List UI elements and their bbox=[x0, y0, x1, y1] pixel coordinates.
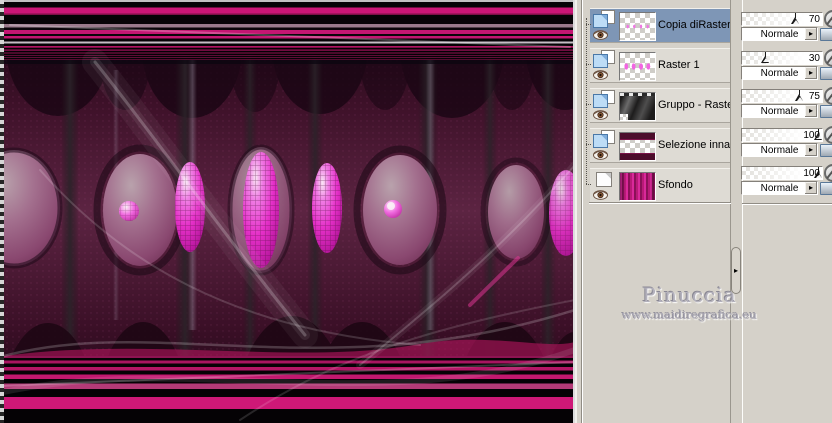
dropdown-arrow-icon[interactable]: ▸ bbox=[804, 28, 817, 40]
blend-mode-dropdown[interactable]: Normale ▸ bbox=[741, 142, 818, 157]
visibility-eye-icon[interactable] bbox=[593, 149, 608, 160]
brush-edit-icon[interactable] bbox=[824, 164, 832, 182]
brush-edit-icon[interactable] bbox=[824, 125, 832, 144]
canvas-artwork bbox=[0, 0, 611, 423]
layer-group-bracket bbox=[586, 18, 588, 184]
blend-mode-dropdown[interactable]: Normale ▸ bbox=[741, 27, 818, 41]
layers-palette: Copia diRaster 1 Raster 1 bbox=[575, 0, 832, 423]
blend-mode-value: Normale bbox=[760, 67, 799, 79]
layer-thumbnail bbox=[619, 12, 656, 41]
blend-mode-dropdown[interactable]: Normale ▸ bbox=[741, 104, 818, 118]
layer-type-icon bbox=[593, 129, 615, 148]
watermark-url: www.maidiregrafica.eu bbox=[621, 308, 758, 322]
dropdown-arrow-icon[interactable]: ▸ bbox=[804, 143, 817, 156]
opacity-slider[interactable]: 100 bbox=[741, 166, 823, 180]
layer-control-block: 100 Normale ▸ bbox=[741, 164, 832, 203]
blend-mode-value: Normale bbox=[760, 144, 799, 156]
watermark-title: Pinuccia bbox=[642, 283, 737, 307]
layer-group-bracket-stub bbox=[586, 103, 591, 106]
selection-ants-strip bbox=[0, 0, 4, 423]
list-bottom-groove bbox=[589, 202, 731, 203]
layer-type-icon bbox=[593, 170, 615, 188]
opacity-value: 70 bbox=[808, 14, 820, 25]
blend-mode-value: Normale bbox=[760, 106, 799, 117]
layer-name: Selezione innalzata bbox=[658, 138, 731, 151]
blend-mode-dropdown[interactable]: Normale ▸ bbox=[741, 65, 818, 80]
layer-control-block: 30 Normale ▸ bbox=[741, 48, 832, 88]
layer-row[interactable]: Gruppo - Raster 1 bbox=[590, 87, 731, 123]
layer-row[interactable]: Copia diRaster 1 bbox=[590, 8, 731, 43]
layer-group-bracket-stub bbox=[586, 63, 591, 66]
layer-control-block: 100 Normale ▸ bbox=[741, 125, 832, 165]
layer-name: Gruppo - Raster 1 bbox=[658, 98, 731, 111]
opacity-slider-handle[interactable] bbox=[761, 51, 770, 64]
layer-group-bracket-stub bbox=[586, 143, 591, 146]
opacity-value: 30 bbox=[808, 52, 820, 64]
opacity-slider[interactable]: 100 bbox=[741, 127, 823, 142]
layer-group-bracket-stub bbox=[586, 183, 591, 186]
layer-control-block: 70 Normale ▸ bbox=[741, 10, 832, 49]
opacity-value: 100 bbox=[803, 129, 820, 141]
opacity-value: 75 bbox=[808, 91, 820, 102]
visibility-eye-icon[interactable] bbox=[593, 189, 608, 200]
visibility-eye-icon[interactable] bbox=[593, 69, 608, 80]
visibility-eye-icon[interactable] bbox=[593, 30, 608, 40]
blend-mode-value: Normale bbox=[760, 183, 799, 194]
watermark: Pinuccia www.maidiregrafica.eu bbox=[597, 283, 782, 322]
layer-group-bracket-stub bbox=[586, 24, 591, 26]
layer-row[interactable]: Sfondo bbox=[590, 167, 731, 203]
layer-name: Sfondo bbox=[658, 178, 693, 191]
splitter-arrow-icon: ▸ bbox=[733, 266, 738, 275]
layer-row[interactable]: Raster 1 bbox=[590, 47, 731, 83]
layer-type-icon bbox=[593, 10, 615, 28]
dropdown-arrow-icon[interactable]: ▸ bbox=[804, 182, 817, 194]
brush-edit-icon[interactable] bbox=[824, 87, 832, 105]
dropdown-arrow-icon[interactable]: ▸ bbox=[804, 105, 817, 117]
brush-edit-icon[interactable] bbox=[824, 10, 832, 28]
layer-type-icon bbox=[593, 49, 615, 68]
panel-edge-highlight bbox=[575, 0, 577, 423]
layer-control-block: 75 Normale ▸ bbox=[741, 87, 832, 126]
layer-thumbnail bbox=[619, 51, 656, 81]
lock-transparency-icon[interactable] bbox=[820, 182, 832, 195]
layer-name: Raster 1 bbox=[658, 58, 700, 71]
opacity-slider-handle[interactable] bbox=[795, 90, 804, 102]
layer-row[interactable]: Selezione innalzata bbox=[590, 127, 731, 163]
layer-type-icon bbox=[593, 89, 615, 108]
psp-workspace: Copia diRaster 1 Raster 1 bbox=[0, 0, 832, 423]
opacity-slider[interactable]: 30 bbox=[741, 50, 823, 65]
lock-transparency-icon[interactable] bbox=[820, 143, 832, 157]
lock-transparency-icon[interactable] bbox=[820, 105, 832, 118]
layer-thumbnail bbox=[619, 91, 656, 121]
visibility-eye-icon[interactable] bbox=[593, 109, 608, 120]
blend-mode-value: Normale bbox=[760, 29, 799, 40]
layer-name: Copia diRaster 1 bbox=[658, 19, 731, 31]
lock-transparency-icon[interactable] bbox=[820, 28, 832, 41]
lock-transparency-icon[interactable] bbox=[820, 66, 832, 80]
controls-bottom-groove bbox=[742, 203, 832, 204]
blend-mode-dropdown[interactable]: Normale ▸ bbox=[741, 181, 818, 195]
splitter-handle[interactable]: ▸ bbox=[731, 247, 741, 294]
panel-left-groove bbox=[581, 0, 582, 423]
opacity-value: 100 bbox=[803, 168, 820, 179]
dropdown-arrow-icon[interactable]: ▸ bbox=[804, 66, 817, 79]
opacity-slider[interactable]: 75 bbox=[741, 89, 823, 103]
opacity-slider[interactable]: 70 bbox=[741, 12, 823, 26]
opacity-slider-handle[interactable] bbox=[791, 13, 800, 25]
brush-edit-icon[interactable] bbox=[824, 48, 832, 67]
layer-thumbnail bbox=[619, 171, 656, 201]
layer-thumbnail bbox=[619, 131, 656, 161]
image-canvas[interactable] bbox=[0, 0, 611, 423]
